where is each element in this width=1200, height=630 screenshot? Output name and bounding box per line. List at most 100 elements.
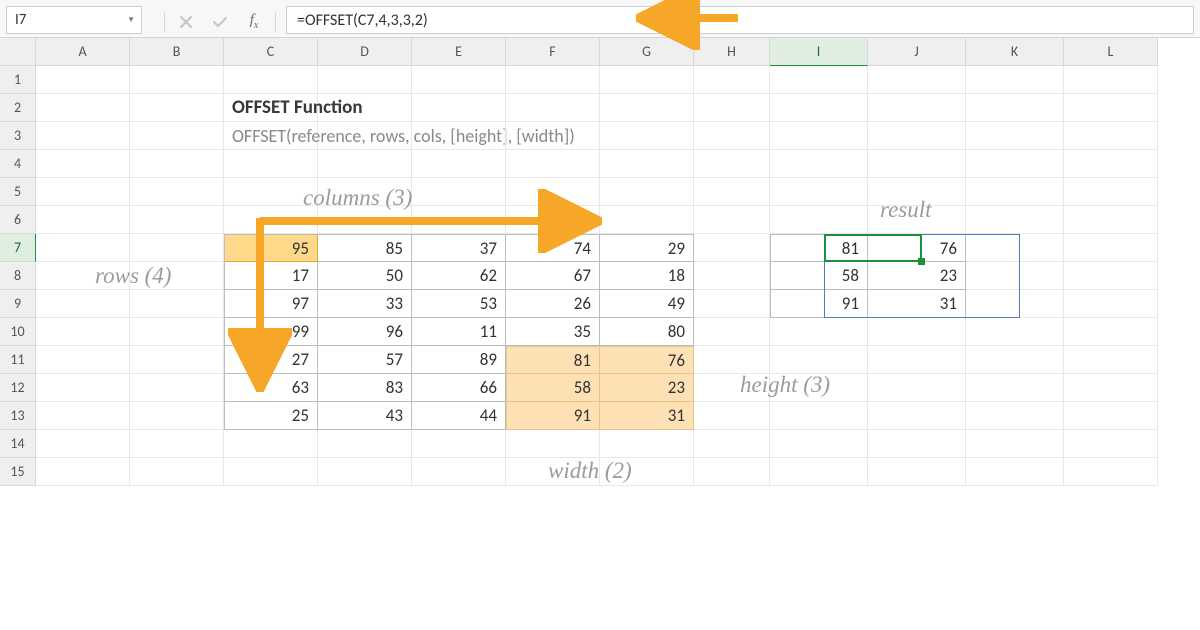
chevron-down-icon[interactable]: ▼ [127,15,135,25]
cell[interactable] [36,262,130,290]
cell[interactable] [694,262,770,290]
cell[interactable] [868,346,966,374]
cell[interactable] [1064,150,1158,178]
cell-I7[interactable]: 81 [770,234,868,262]
row-header-15[interactable]: 15 [0,458,36,486]
cell[interactable] [506,94,600,122]
cell[interactable] [130,66,224,94]
cell[interactable] [1064,234,1158,262]
cell[interactable] [966,66,1064,94]
col-header-I[interactable]: I [770,38,868,66]
cell[interactable] [1064,262,1158,290]
cell[interactable] [318,122,412,150]
cell[interactable] [130,430,224,458]
cell[interactable] [868,178,966,206]
cell[interactable] [600,94,694,122]
cell[interactable] [506,206,600,234]
row-header-7[interactable]: 7 [0,234,36,262]
cell[interactable] [694,122,770,150]
row-header-4[interactable]: 4 [0,150,36,178]
cell-C7[interactable]: 95 [224,234,318,262]
cell[interactable] [770,402,868,430]
cell[interactable] [694,206,770,234]
cell[interactable] [130,206,224,234]
cell-D12[interactable]: 83 [318,374,412,402]
cell[interactable] [868,458,966,486]
col-header-K[interactable]: K [966,38,1064,66]
cell[interactable] [600,122,694,150]
row-header-6[interactable]: 6 [0,206,36,234]
cell[interactable] [412,66,506,94]
row-header-5[interactable]: 5 [0,178,36,206]
cell[interactable] [770,94,868,122]
cell-E12[interactable]: 66 [412,374,506,402]
cell[interactable] [224,206,318,234]
row-header-9[interactable]: 9 [0,290,36,318]
cell[interactable] [130,290,224,318]
cell-I9[interactable]: 91 [770,290,868,318]
cell-C8[interactable]: 17 [224,262,318,290]
cell[interactable] [318,206,412,234]
cell[interactable] [770,150,868,178]
row-header-12[interactable]: 12 [0,374,36,402]
cell[interactable] [36,430,130,458]
cell[interactable] [36,346,130,374]
row-header-8[interactable]: 8 [0,262,36,290]
cell-G12[interactable]: 23 [600,374,694,402]
cell[interactable] [412,150,506,178]
cell-F9[interactable]: 26 [506,290,600,318]
col-header-J[interactable]: J [868,38,966,66]
cell[interactable] [1064,206,1158,234]
cell-E13[interactable]: 44 [412,402,506,430]
cell-E8[interactable]: 62 [412,262,506,290]
cell-J8[interactable]: 23 [868,262,966,290]
cell[interactable] [36,290,130,318]
cell[interactable] [770,318,868,346]
cell[interactable] [966,206,1064,234]
cell[interactable] [36,178,130,206]
cell-C10[interactable]: 99 [224,318,318,346]
cell[interactable] [1064,458,1158,486]
cell[interactable] [1064,402,1158,430]
cell-E11[interactable]: 89 [412,346,506,374]
cell[interactable] [36,206,130,234]
cell[interactable] [224,430,318,458]
cell-C9[interactable]: 97 [224,290,318,318]
cell[interactable] [1064,346,1158,374]
cell[interactable] [770,430,868,458]
cell[interactable] [506,150,600,178]
cell[interactable] [506,430,600,458]
cell[interactable] [506,66,600,94]
cell[interactable] [966,346,1064,374]
enter-icon[interactable] [203,8,237,36]
cell-C13[interactable]: 25 [224,402,318,430]
cell[interactable] [224,458,318,486]
cell[interactable] [966,178,1064,206]
cell[interactable] [600,150,694,178]
cell[interactable] [868,402,966,430]
col-header-A[interactable]: A [36,38,130,66]
cell[interactable] [694,94,770,122]
cell[interactable] [694,178,770,206]
cell[interactable] [130,178,224,206]
cell[interactable] [36,374,130,402]
cell[interactable] [36,150,130,178]
cell-J7[interactable]: 76 [868,234,966,262]
cell[interactable] [36,66,130,94]
cell[interactable] [130,318,224,346]
cell[interactable] [600,206,694,234]
cell[interactable] [966,402,1064,430]
cell[interactable] [318,430,412,458]
cell[interactable] [412,430,506,458]
row-header-2[interactable]: 2 [0,94,36,122]
cell-G11[interactable]: 76 [600,346,694,374]
cell-F10[interactable]: 35 [506,318,600,346]
cell[interactable] [966,234,1064,262]
cell[interactable] [966,458,1064,486]
cell[interactable] [770,178,868,206]
fx-icon[interactable]: fx [237,8,271,36]
cell[interactable] [1064,94,1158,122]
name-box[interactable]: I7 ▼ [6,6,142,34]
cell[interactable] [694,150,770,178]
cell[interactable] [966,94,1064,122]
